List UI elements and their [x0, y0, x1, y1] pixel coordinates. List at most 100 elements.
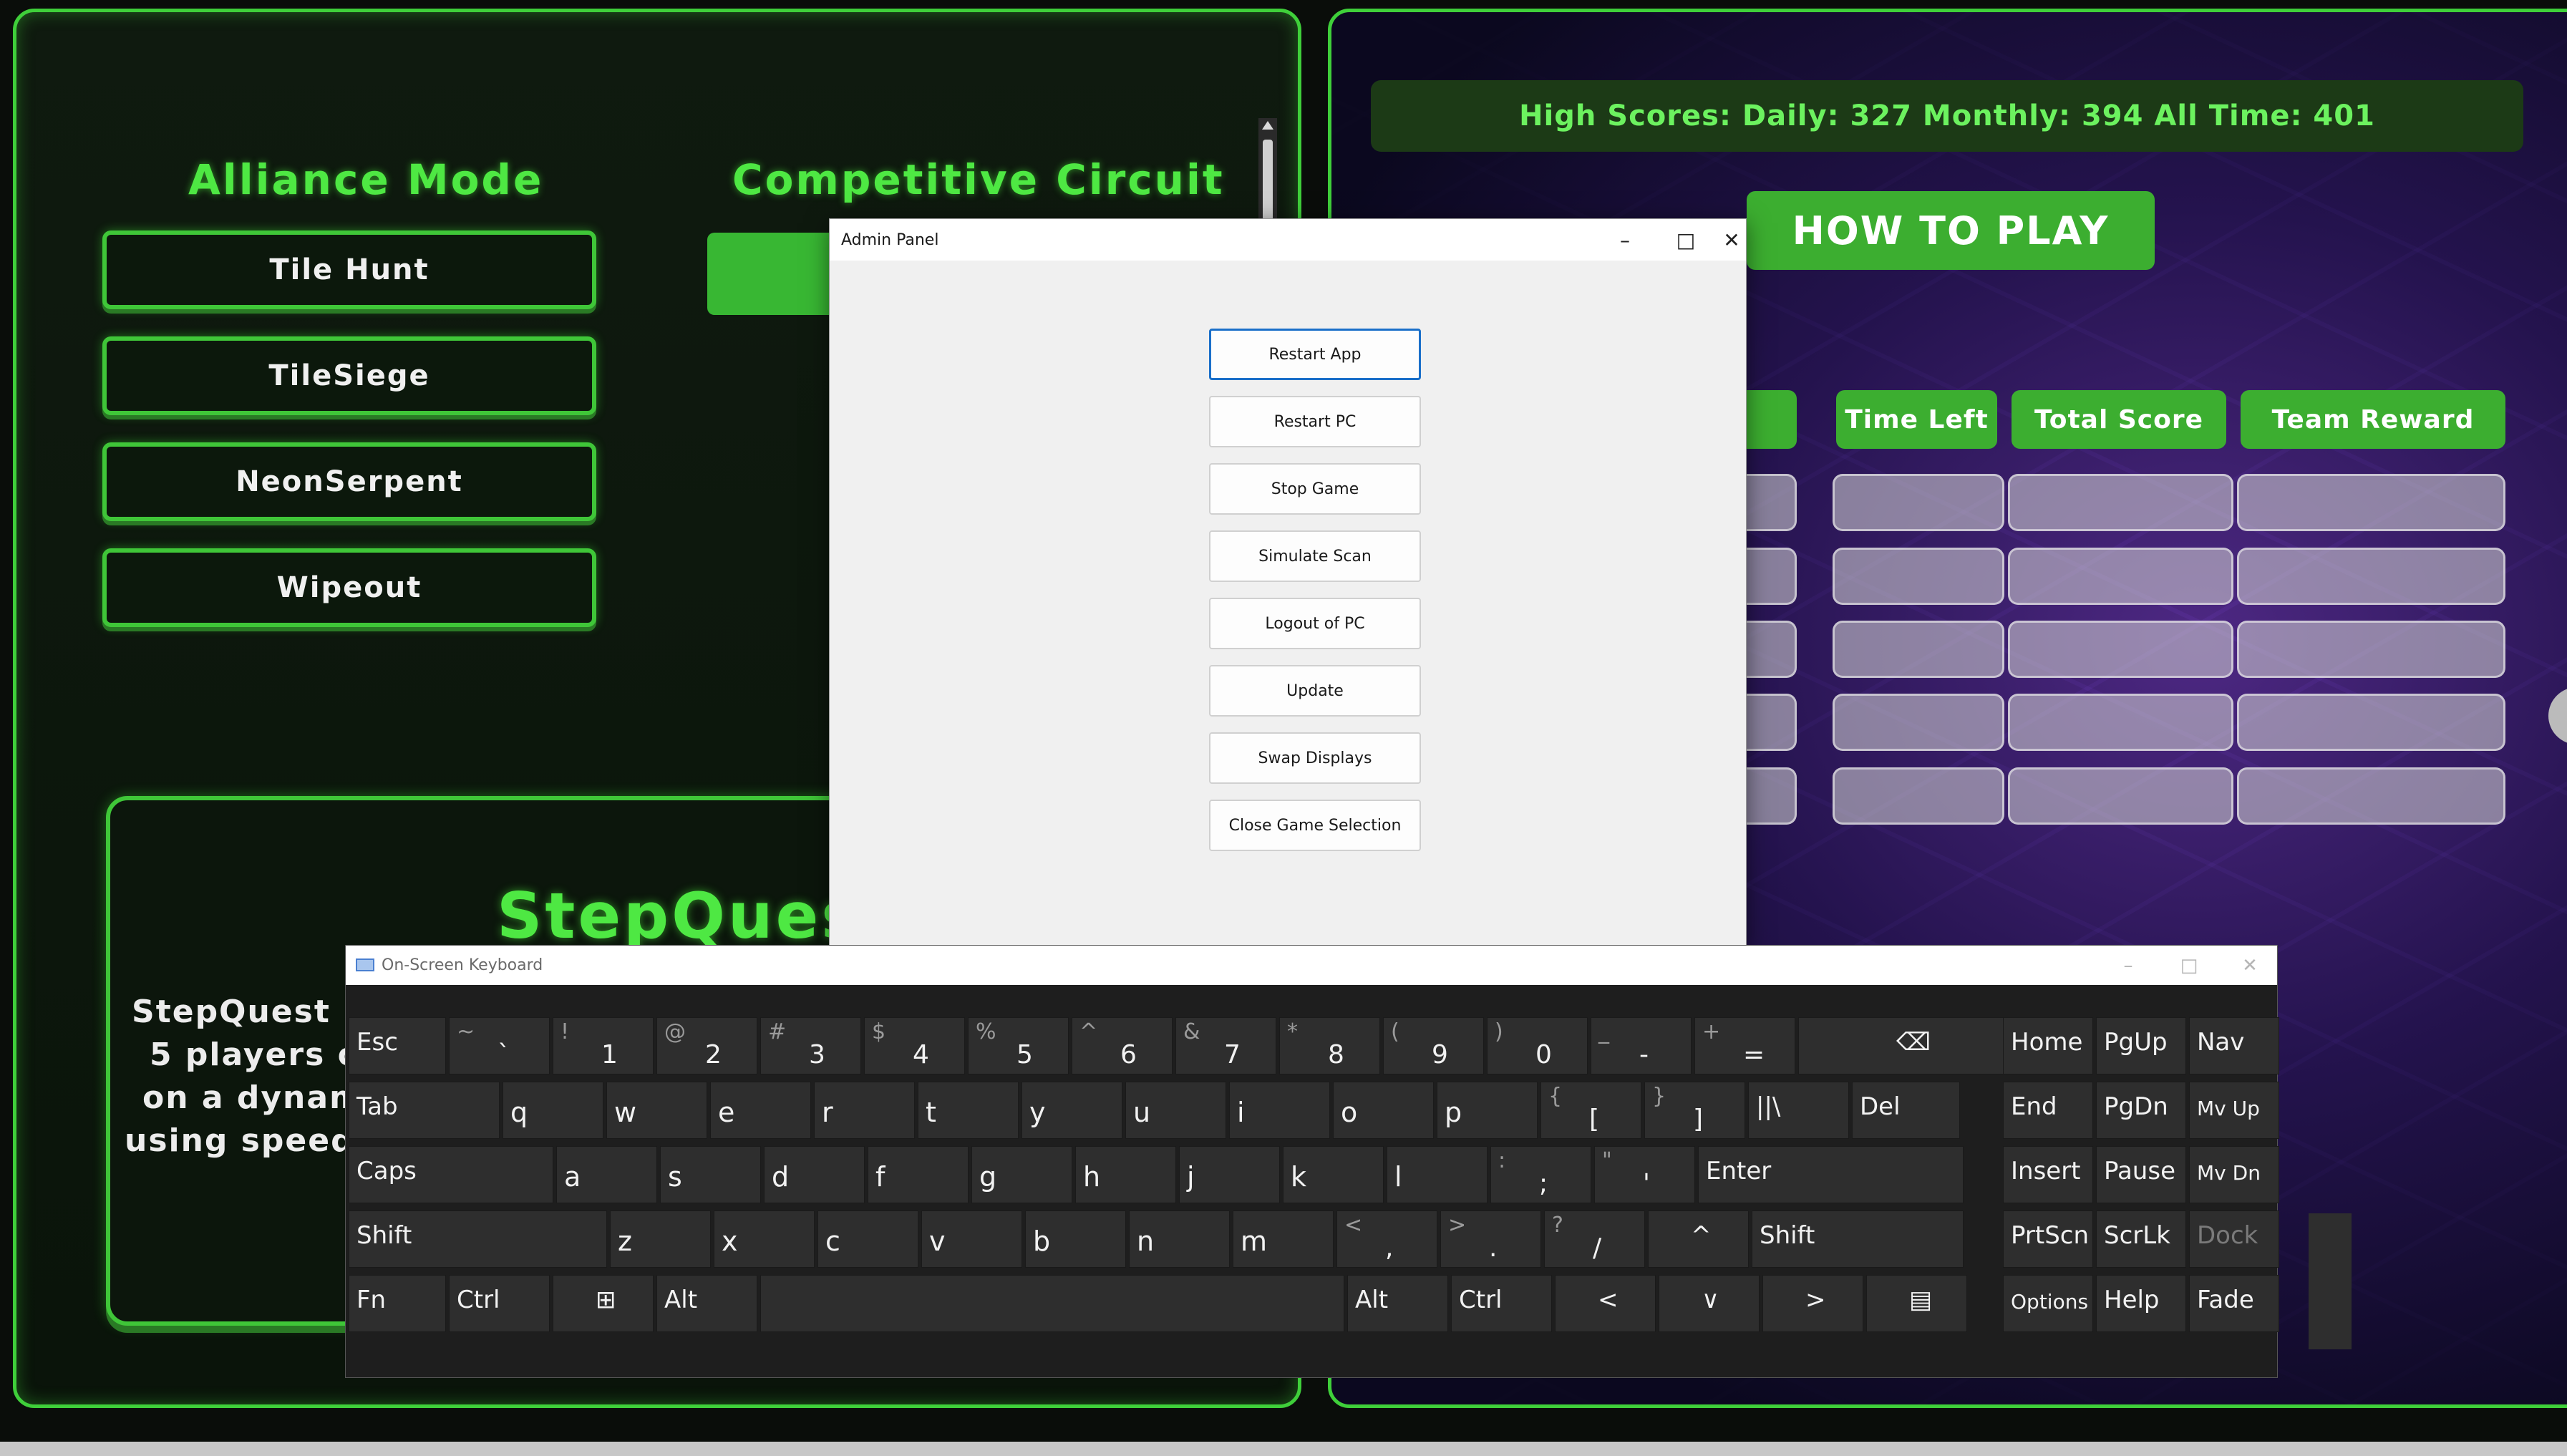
- key-g[interactable]: g: [971, 1146, 1072, 1203]
- key-h[interactable]: h: [1075, 1146, 1176, 1203]
- key-t[interactable]: t: [918, 1082, 1019, 1139]
- key-Ctrl[interactable]: Ctrl: [449, 1275, 550, 1332]
- swap-displays-button[interactable]: Swap Displays: [1209, 732, 1421, 784]
- key-o[interactable]: o: [1333, 1082, 1434, 1139]
- key-Enter[interactable]: Enter: [1698, 1146, 1964, 1203]
- key-PrtScn[interactable]: PrtScn: [2003, 1210, 2093, 1268]
- key-l[interactable]: l: [1387, 1146, 1488, 1203]
- key-a[interactable]: a: [556, 1146, 657, 1203]
- maximize-icon[interactable]: □: [2168, 946, 2211, 985]
- close-icon[interactable]: ✕: [1716, 219, 1747, 261]
- key-Insert[interactable]: Insert: [2003, 1146, 2093, 1203]
- key-sym8[interactable]: <,: [1336, 1210, 1437, 1268]
- key-sym11[interactable]: {[: [1540, 1082, 1641, 1139]
- mode-button-tile-hunt[interactable]: Tile Hunt: [102, 230, 596, 309]
- update-button[interactable]: Update: [1209, 665, 1421, 717]
- key-i[interactable]: i: [1229, 1082, 1330, 1139]
- key-Del[interactable]: Del: [1852, 1082, 1960, 1139]
- key-Alt[interactable]: Alt: [1347, 1275, 1448, 1332]
- key-z[interactable]: z: [610, 1210, 711, 1268]
- key-sym8[interactable]: ∨: [1659, 1275, 1760, 1332]
- mode-button-tilesiege[interactable]: TileSiege: [102, 336, 596, 415]
- key-k[interactable]: k: [1283, 1146, 1384, 1203]
- key-m[interactable]: m: [1233, 1210, 1334, 1268]
- key-sym10[interactable]: ? /: [1544, 1210, 1645, 1268]
- mode-button-wipeout[interactable]: Wipeout: [102, 548, 596, 627]
- simulate-scan-button[interactable]: Simulate Scan: [1209, 530, 1421, 582]
- key-sym11[interactable]: ^: [1648, 1210, 1749, 1268]
- key-MvDn[interactable]: Mv Dn: [2189, 1146, 2279, 1203]
- key-PgDn[interactable]: PgDn: [2096, 1082, 2186, 1139]
- key-2[interactable]: @2: [656, 1017, 757, 1074]
- key-r[interactable]: r: [814, 1082, 915, 1139]
- logout-of-pc-button[interactable]: Logout of PC: [1209, 598, 1421, 649]
- key-sym14[interactable]: ⌫: [1798, 1017, 2010, 1074]
- key-MvUp[interactable]: Mv Up: [2189, 1082, 2279, 1139]
- key-p[interactable]: p: [1437, 1082, 1538, 1139]
- key-y[interactable]: y: [1022, 1082, 1122, 1139]
- key-Dock[interactable]: Dock: [2189, 1210, 2279, 1268]
- key-j[interactable]: j: [1179, 1146, 1280, 1203]
- key-ScrLk[interactable]: ScrLk: [2096, 1210, 2186, 1268]
- key-e[interactable]: e: [710, 1082, 811, 1139]
- stop-game-button[interactable]: Stop Game: [1209, 463, 1421, 515]
- key-Shift[interactable]: Shift: [349, 1210, 607, 1268]
- key-u[interactable]: u: [1125, 1082, 1226, 1139]
- key-Fn[interactable]: Fn: [349, 1275, 446, 1332]
- key-sym1[interactable]: ~ `: [449, 1017, 550, 1074]
- key-space[interactable]: [760, 1275, 1344, 1332]
- key-v[interactable]: v: [921, 1210, 1022, 1268]
- key-Tab[interactable]: Tab: [349, 1082, 500, 1139]
- key-3[interactable]: #3: [760, 1017, 861, 1074]
- key-5[interactable]: % 5: [968, 1017, 1069, 1074]
- key-sym10[interactable]: :;: [1490, 1146, 1591, 1203]
- key-x[interactable]: x: [714, 1210, 815, 1268]
- key-f[interactable]: f: [868, 1146, 969, 1203]
- key-w[interactable]: w: [606, 1082, 707, 1139]
- key-b[interactable]: b: [1025, 1210, 1126, 1268]
- maximize-icon[interactable]: □: [1655, 219, 1717, 261]
- key-End[interactable]: End: [2003, 1082, 2093, 1139]
- key-s[interactable]: s: [660, 1146, 761, 1203]
- key-Help[interactable]: Help: [2096, 1275, 2186, 1332]
- how-to-play-button[interactable]: HOW TO PLAY: [1747, 191, 2155, 270]
- key-sym9[interactable]: >: [1762, 1275, 1863, 1332]
- key-sym12[interactable]: _ -: [1591, 1017, 1692, 1074]
- key-sym13[interactable]: ||\: [1748, 1082, 1849, 1139]
- restart-app-button[interactable]: Restart App: [1209, 329, 1421, 380]
- key-Shift[interactable]: Shift: [1752, 1210, 1964, 1268]
- minimize-icon[interactable]: –: [2107, 946, 2150, 985]
- key-9[interactable]: (9: [1383, 1017, 1484, 1074]
- key-sym9[interactable]: >.: [1440, 1210, 1541, 1268]
- key-Esc[interactable]: Esc: [349, 1017, 446, 1074]
- mode-button-neonserpent[interactable]: NeonSerpent: [102, 442, 596, 521]
- key-6[interactable]: ^ 6: [1072, 1017, 1173, 1074]
- key-PgUp[interactable]: PgUp: [2096, 1017, 2186, 1074]
- key-7[interactable]: & 7: [1175, 1017, 1276, 1074]
- key-q[interactable]: q: [503, 1082, 603, 1139]
- key-sym10[interactable]: ▤: [1866, 1275, 1967, 1332]
- key-0[interactable]: ) 0: [1487, 1017, 1588, 1074]
- key-Fade[interactable]: Fade: [2189, 1275, 2279, 1332]
- close-game-selection-button[interactable]: Close Game Selection: [1209, 800, 1421, 851]
- key-Nav[interactable]: Nav: [2189, 1017, 2279, 1074]
- key-d[interactable]: d: [764, 1146, 865, 1203]
- key-4[interactable]: $4: [864, 1017, 965, 1074]
- key-Home[interactable]: Home: [2003, 1017, 2093, 1074]
- keyboard-title-bar[interactable]: On-Screen Keyboard – □ ✕: [346, 946, 2277, 985]
- key-c[interactable]: c: [817, 1210, 918, 1268]
- scroll-up-arrow-icon[interactable]: [1262, 121, 1273, 130]
- key-sym2[interactable]: ⊞: [553, 1275, 654, 1332]
- key-Ctrl[interactable]: Ctrl: [1451, 1275, 1552, 1332]
- key-n[interactable]: n: [1129, 1210, 1230, 1268]
- key-Alt[interactable]: Alt: [656, 1275, 757, 1332]
- key-sym7[interactable]: <: [1555, 1275, 1656, 1332]
- key-8[interactable]: * 8: [1279, 1017, 1380, 1074]
- key-sym11[interactable]: " ': [1594, 1146, 1695, 1203]
- key-sym13[interactable]: + =: [1694, 1017, 1795, 1074]
- minimize-icon[interactable]: –: [1594, 219, 1656, 261]
- key-Pause[interactable]: Pause: [2096, 1146, 2186, 1203]
- key-sym12[interactable]: }]: [1644, 1082, 1745, 1139]
- close-icon[interactable]: ✕: [2228, 946, 2271, 985]
- key-1[interactable]: ! 1: [553, 1017, 654, 1074]
